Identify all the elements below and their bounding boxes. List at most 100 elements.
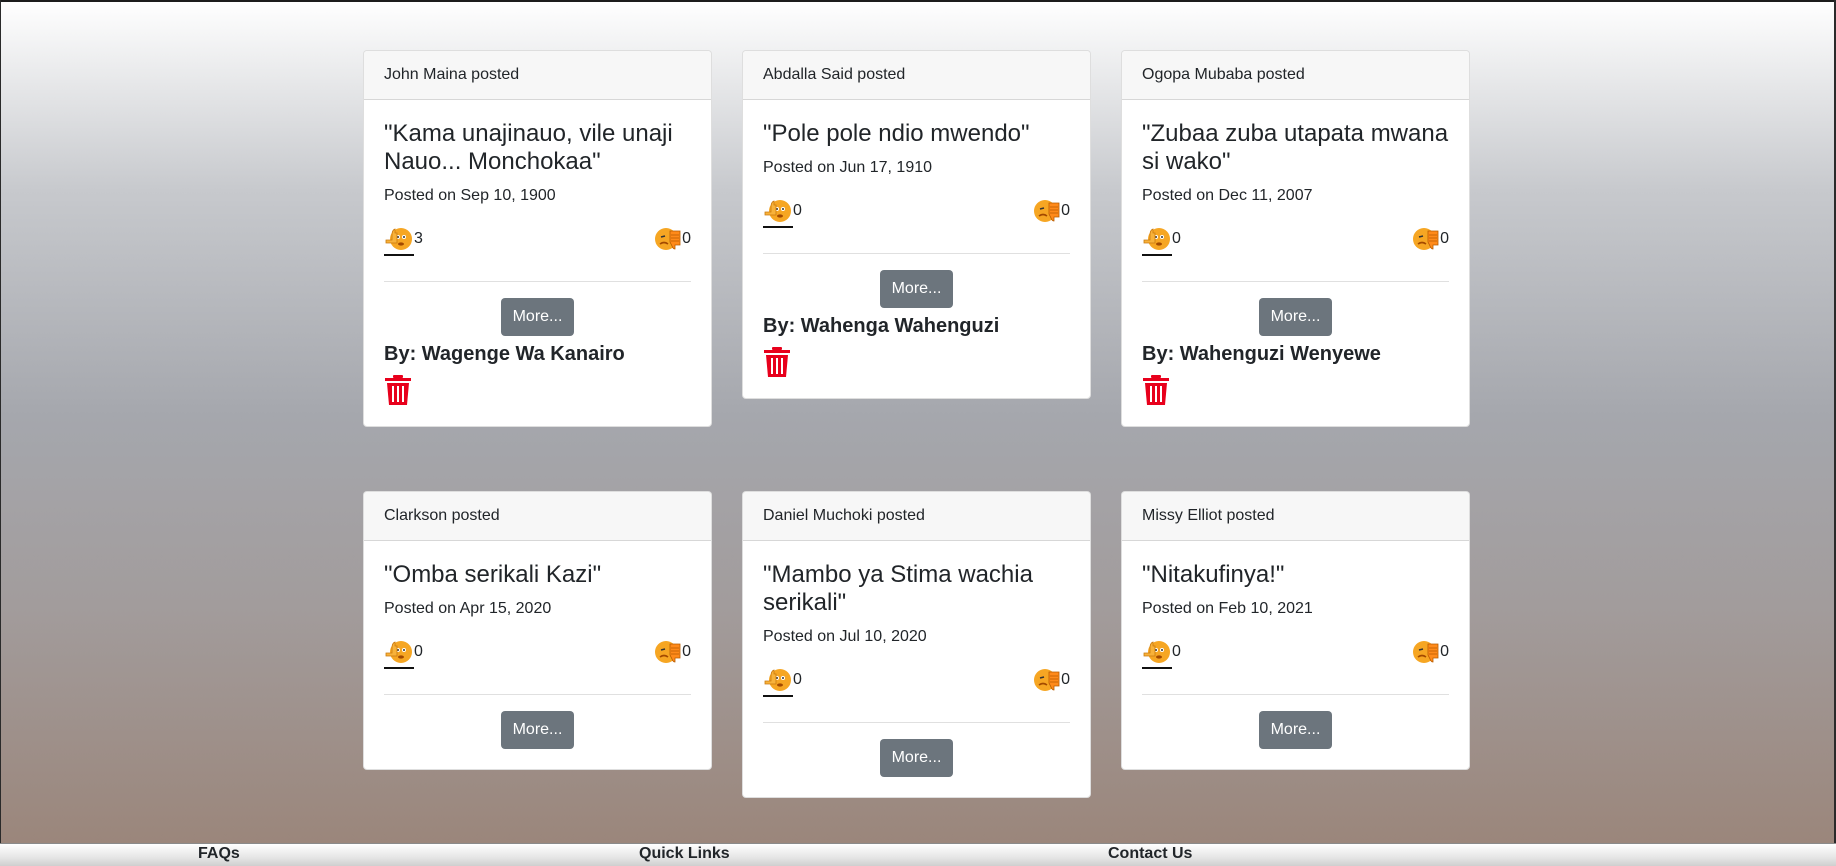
post-card: Missy Elliot posted "Nitakufinya!" Poste…: [1121, 491, 1470, 770]
thumbs-up-emoji-icon: [385, 640, 412, 663]
like-button[interactable]: 0: [1142, 223, 1181, 256]
post-date: Posted on Jul 10, 2020: [763, 628, 927, 645]
more-row: More...: [763, 739, 1070, 777]
post-body: "Kama unajinauo, vile unaji Nauo... Monc…: [364, 100, 711, 426]
divider: [384, 694, 691, 695]
trash-icon[interactable]: [1142, 374, 1170, 406]
post-quote: "Kama unajinauo, vile unaji Nauo... Monc…: [384, 120, 673, 175]
post-card: Abdalla Said posted "Pole pole ndio mwen…: [742, 50, 1091, 399]
like-count: 0: [414, 643, 423, 660]
post-header: Daniel Muchoki posted: [743, 492, 1090, 541]
posts-grid: John Maina posted "Kama unajinauo, vile …: [363, 50, 1474, 798]
more-button[interactable]: More...: [1258, 711, 1333, 749]
dislike-button[interactable]: 0: [1031, 196, 1070, 226]
like-button[interactable]: 0: [1142, 636, 1181, 669]
post-header: Missy Elliot posted: [1122, 492, 1469, 541]
like-underline: [763, 195, 793, 228]
post-quote: "Zubaa zuba utapata mwana si wako": [1142, 120, 1449, 175]
reactions: 0 0: [1142, 636, 1449, 669]
like-button[interactable]: 0: [763, 664, 802, 697]
thumbs-down-emoji-icon: [1034, 200, 1060, 222]
more-button[interactable]: More...: [1258, 298, 1333, 336]
post-quote: "Mambo ya Stima wachia serikali": [763, 561, 1033, 616]
dislike-button[interactable]: 0: [652, 637, 691, 667]
reactions: 0 0: [384, 636, 691, 669]
like-count: 0: [1172, 230, 1181, 247]
thumbs-up-emoji-icon: [1143, 640, 1170, 663]
thumbs-down-emoji-icon: [1413, 641, 1439, 663]
like-count: 3: [414, 230, 423, 247]
more-row: More...: [384, 711, 691, 749]
trash-icon[interactable]: [763, 346, 791, 378]
post-card: Clarkson posted "Omba serikali Kazi" Pos…: [363, 491, 712, 770]
post-body: "Zubaa zuba utapata mwana si wako" Poste…: [1122, 100, 1469, 426]
post-author: By: Wahenguzi Wenyewe: [1142, 343, 1381, 365]
like-count: 0: [793, 202, 802, 219]
post-header: John Maina posted: [364, 51, 711, 100]
post-body: "Nitakufinya!" Posted on Feb 10, 2021 0 …: [1122, 541, 1469, 769]
dislike-button[interactable]: 0: [1410, 224, 1449, 254]
more-button[interactable]: More...: [879, 270, 954, 308]
dislike-count: 0: [1440, 230, 1449, 247]
footer-quick-links[interactable]: Quick Links: [639, 845, 730, 863]
thumbs-up-emoji-icon: [1143, 227, 1170, 250]
divider: [763, 722, 1070, 723]
thumbs-down-emoji-icon: [1034, 669, 1060, 691]
post-date: Posted on Sep 10, 1900: [384, 187, 556, 204]
dislike-button[interactable]: 0: [1031, 665, 1070, 695]
reactions: 0 0: [763, 195, 1070, 228]
post-header: Ogopa Mubaba posted: [1122, 51, 1469, 100]
thumbs-down-emoji-icon: [655, 641, 681, 663]
more-row: More...: [763, 270, 1070, 308]
like-underline: [384, 223, 414, 256]
more-button[interactable]: More...: [500, 298, 575, 336]
thumbs-down-emoji-icon: [1413, 228, 1439, 250]
like-count: 0: [793, 671, 802, 688]
dislike-button[interactable]: 0: [652, 224, 691, 254]
more-row: More...: [1142, 298, 1449, 336]
post-quote: "Nitakufinya!": [1142, 561, 1285, 588]
reactions: 3 0: [384, 223, 691, 256]
post-body: "Mambo ya Stima wachia serikali" Posted …: [743, 541, 1090, 797]
post-date: Posted on Jun 17, 1910: [763, 159, 933, 176]
like-underline: [1142, 223, 1172, 256]
thumbs-up-emoji-icon: [764, 199, 791, 222]
post-body: "Pole pole ndio mwendo" Posted on Jun 17…: [743, 100, 1090, 398]
top-border: [0, 0, 1836, 2]
dislike-count: 0: [682, 230, 691, 247]
posts-row-2: Clarkson posted "Omba serikali Kazi" Pos…: [363, 491, 1474, 798]
thumbs-down-emoji-icon: [655, 228, 681, 250]
like-button[interactable]: 0: [384, 636, 423, 669]
like-button[interactable]: 3: [384, 223, 423, 256]
post-date: Posted on Feb 10, 2021: [1142, 600, 1313, 617]
dislike-button[interactable]: 0: [1410, 637, 1449, 667]
left-border: [0, 0, 1, 843]
footer-contact-link[interactable]: Contact Us: [1108, 845, 1192, 863]
post-body: "Omba serikali Kazi" Posted on Apr 15, 2…: [364, 541, 711, 769]
like-underline: [1142, 636, 1172, 669]
dislike-count: 0: [682, 643, 691, 660]
divider: [384, 281, 691, 282]
post-quote: "Omba serikali Kazi": [384, 561, 602, 588]
post-quote: "Pole pole ndio mwendo": [763, 120, 1030, 147]
like-button[interactable]: 0: [763, 195, 802, 228]
footer-faqs-link[interactable]: FAQs: [198, 845, 240, 863]
post-card: Daniel Muchoki posted "Mambo ya Stima wa…: [742, 491, 1091, 798]
dislike-count: 0: [1061, 202, 1070, 219]
trash-icon[interactable]: [384, 374, 412, 406]
like-underline: [763, 664, 793, 697]
divider: [1142, 694, 1449, 695]
thumbs-up-emoji-icon: [385, 227, 412, 250]
post-card: Ogopa Mubaba posted "Zubaa zuba utapata …: [1121, 50, 1470, 427]
thumbs-up-emoji-icon: [764, 668, 791, 691]
dislike-count: 0: [1061, 671, 1070, 688]
more-button[interactable]: More...: [500, 711, 575, 749]
footer: FAQs Quick Links Contact Us: [0, 843, 1836, 866]
more-row: More...: [384, 298, 691, 336]
post-author: By: Wagenge Wa Kanairo: [384, 343, 625, 365]
post-header: Clarkson posted: [364, 492, 711, 541]
more-button[interactable]: More...: [879, 739, 954, 777]
post-header: Abdalla Said posted: [743, 51, 1090, 100]
like-underline: [384, 636, 414, 669]
divider: [763, 253, 1070, 254]
